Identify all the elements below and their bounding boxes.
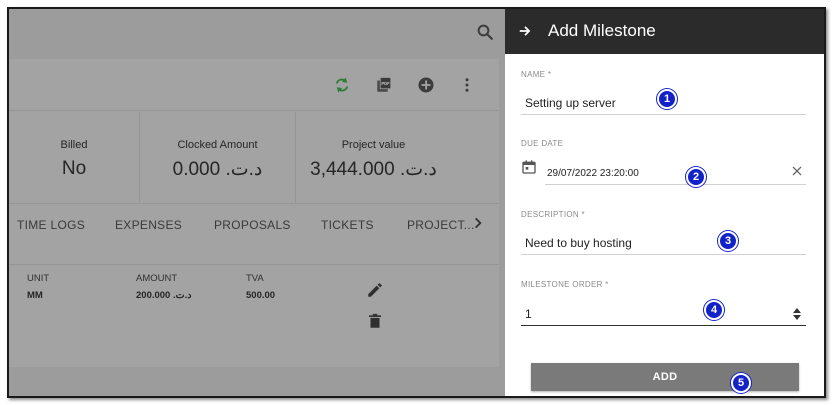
- chevron-right-icon[interactable]: [471, 215, 485, 231]
- step-badge-1: 1: [657, 89, 677, 109]
- add-milestone-drawer: Add Milestone NAME * Setting up server 1…: [505, 9, 824, 396]
- refresh-icon[interactable]: [333, 76, 351, 94]
- milestone-order-label: MILESTONE ORDER *: [521, 280, 609, 289]
- step-badge-3: 3: [718, 231, 738, 251]
- name-label: NAME *: [521, 70, 552, 79]
- name-input[interactable]: Setting up server: [525, 96, 616, 110]
- description-input[interactable]: Need to buy hosting: [525, 236, 632, 250]
- calendar-icon[interactable]: [521, 159, 537, 175]
- add-button[interactable]: ADD: [531, 363, 799, 391]
- stat-billed: Billed No: [9, 112, 139, 204]
- project-tabs: TIME LOGS EXPENSES PROPOSALS TICKETS PRO…: [9, 205, 499, 245]
- column-header-unit: UNIT: [27, 273, 50, 284]
- description-label: DESCRIPTION *: [521, 210, 585, 219]
- tab-tickets[interactable]: TICKETS: [321, 218, 374, 232]
- step-badge-4: 4: [704, 300, 724, 320]
- tab-expenses[interactable]: EXPENSES: [115, 218, 182, 232]
- cell-amount: د.ت. 200.000: [136, 290, 192, 301]
- project-stats: Billed No Clocked Amount د.ت. 0.000 Proj…: [9, 112, 499, 204]
- step-badge-2: 2: [686, 167, 706, 187]
- stat-label: Billed: [60, 139, 88, 151]
- tab-project[interactable]: PROJECT...: [407, 218, 475, 232]
- description-underline: [521, 254, 806, 255]
- due-date-input[interactable]: 29/07/2022 23:20:00: [547, 168, 639, 179]
- background-overlay[interactable]: PDF Billed No Clocked Amount د.ت. 0.000 …: [9, 9, 505, 396]
- column-header-amount: AMOUNT: [136, 273, 178, 284]
- stat-value: د.ت. 0.000: [172, 159, 263, 180]
- app-window: PDF Billed No Clocked Amount د.ت. 0.000 …: [7, 7, 826, 398]
- stat-value: د.ت. 3,444.000: [310, 159, 437, 180]
- stat-value: No: [61, 158, 87, 179]
- svg-text:PDF: PDF: [381, 81, 390, 86]
- milestone-order-input[interactable]: 1: [525, 307, 532, 321]
- pdf-icon[interactable]: PDF: [375, 76, 393, 94]
- more-vert-icon[interactable]: [458, 76, 476, 94]
- clear-icon[interactable]: [791, 165, 803, 177]
- stat-clocked-amount: Clocked Amount د.ت. 0.000: [140, 112, 295, 204]
- arrow-forward-icon[interactable]: [518, 24, 532, 38]
- due-date-underline: [545, 184, 806, 185]
- column-header-tva: TVA: [246, 273, 264, 284]
- milestone-order-underline: [521, 325, 806, 326]
- stat-project-value: Project value د.ت. 3,444.000: [296, 112, 451, 204]
- drawer-header: Add Milestone: [505, 9, 824, 54]
- delete-icon[interactable]: [366, 312, 384, 330]
- cell-tva: 500.00: [246, 290, 276, 301]
- number-stepper-icon[interactable]: [792, 307, 802, 321]
- stat-label: Project value: [341, 139, 406, 151]
- cell-unit: MM: [27, 290, 43, 301]
- project-card: PDF Billed No Clocked Amount د.ت. 0.000 …: [9, 59, 499, 367]
- card-toolbar: PDF: [9, 59, 499, 111]
- step-badge-5: 5: [731, 373, 751, 393]
- tab-time-logs[interactable]: TIME LOGS: [17, 218, 85, 232]
- search-icon[interactable]: [476, 23, 494, 41]
- name-underline: [521, 114, 806, 115]
- due-date-label: DUE DATE: [521, 139, 564, 148]
- tab-proposals[interactable]: PROPOSALS: [214, 218, 291, 232]
- stat-label: Clocked Amount: [177, 139, 258, 151]
- drawer-title: Add Milestone: [548, 21, 656, 40]
- edit-icon[interactable]: [366, 281, 384, 299]
- add-circle-icon[interactable]: [417, 76, 435, 94]
- items-table: UNIT AMOUNT TVA MM د.ت. 200.000 500.00: [9, 264, 499, 367]
- top-bar: [9, 9, 505, 55]
